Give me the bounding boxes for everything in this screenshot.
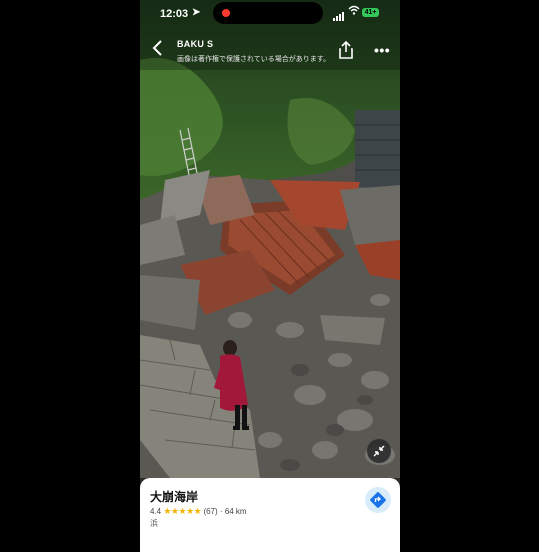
rating-row: 4.4 ★★★★★ (67) · 64 km — [150, 506, 247, 517]
photo-author: BAKU S — [177, 39, 214, 49]
location-arrow-icon: ➤ — [192, 7, 201, 18]
dynamic-island — [213, 2, 323, 24]
back-button[interactable] — [150, 38, 166, 60]
more-horizontal-icon: ••• — [374, 42, 391, 58]
place-category: 浜 — [150, 519, 158, 528]
copyright-notice: 画像は著作権で保護されている場合があります。 — [177, 56, 331, 63]
recording-indicator — [222, 9, 230, 17]
share-icon — [339, 40, 353, 59]
more-button[interactable]: ••• — [374, 42, 390, 58]
share-button[interactable] — [338, 40, 354, 60]
cellular-signal-icon — [333, 9, 345, 21]
star-rating-icon: ★★★★★ — [163, 506, 202, 516]
chevron-left-icon — [152, 40, 162, 56]
place-card[interactable]: 大崩海岸 4.4 ★★★★★ (67) · 64 km 浜 — [140, 478, 400, 552]
distance: 64 km — [224, 507, 247, 516]
status-bar: 12:03 ➤ 41+ — [140, 0, 400, 28]
wifi-icon — [348, 5, 360, 18]
rating-value: 4.4 — [150, 507, 162, 516]
phone-screen: 12:03 ➤ 41+ BAKU S 画像は著作権で保護されている場合があります… — [140, 0, 400, 552]
separator: · — [219, 507, 223, 516]
directions-button[interactable] — [365, 487, 391, 513]
battery-indicator: 41+ — [362, 8, 379, 17]
collapse-button[interactable] — [367, 439, 391, 463]
clock: 12:03 — [160, 8, 189, 20]
collapse-arrows-icon — [373, 445, 385, 457]
place-photo[interactable] — [140, 0, 400, 478]
review-count: (67) — [203, 507, 218, 516]
place-name: 大崩海岸 — [150, 490, 199, 504]
directions-icon — [370, 492, 386, 508]
